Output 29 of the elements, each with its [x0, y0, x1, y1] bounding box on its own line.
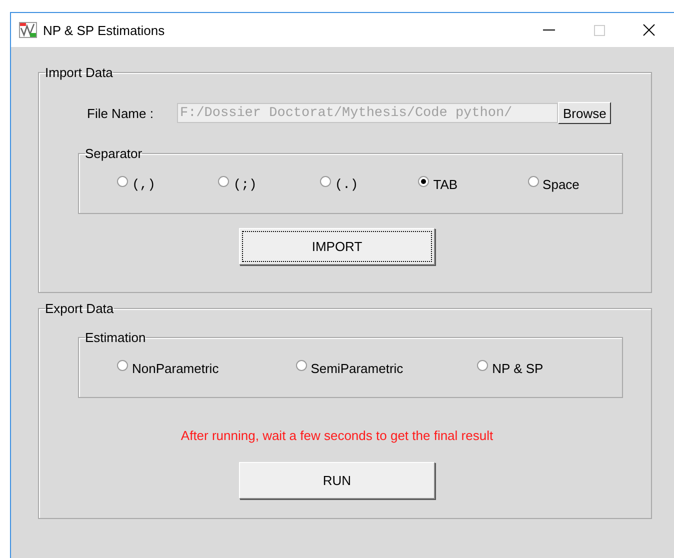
- radio-label[interactable]: SemiParametric: [310, 361, 404, 376]
- radio-button[interactable]: [528, 176, 539, 187]
- radio-button[interactable]: [477, 360, 488, 371]
- radio-label[interactable]: (;): [233, 177, 257, 192]
- close-icon[interactable]: [643, 24, 655, 36]
- file-name-label: File Name :: [87, 106, 154, 120]
- radio-button[interactable]: [117, 360, 128, 371]
- status-message: After running, wait a few seconds to get the final result: [180, 428, 494, 443]
- radio-label[interactable]: NonParametric: [132, 361, 219, 376]
- window-title: NP & SP Estimations: [43, 22, 166, 38]
- radio-button[interactable]: [418, 176, 430, 187]
- group-title: Export Data: [45, 301, 114, 316]
- radio-label[interactable]: NP & SP: [492, 361, 544, 376]
- browse-button[interactable]: Browse: [558, 102, 612, 124]
- group-title: Import Data: [45, 65, 113, 80]
- import-button[interactable]: IMPORT: [239, 228, 435, 265]
- radio-label[interactable]: Space: [542, 177, 580, 192]
- radio-button[interactable]: [117, 176, 128, 187]
- radio-label[interactable]: (.): [334, 177, 358, 192]
- radio-label[interactable]: TAB: [433, 177, 458, 192]
- radio-label[interactable]: (,): [132, 177, 156, 192]
- group-title: Estimation: [85, 330, 146, 345]
- radio-button[interactable]: [296, 360, 307, 371]
- app-icon: [19, 22, 37, 38]
- group-title: Separator: [85, 146, 142, 161]
- radio-button[interactable]: [218, 176, 230, 187]
- run-button[interactable]: RUN: [239, 462, 435, 499]
- radio-button[interactable]: [320, 176, 331, 187]
- maximize-icon[interactable]: [594, 24, 604, 36]
